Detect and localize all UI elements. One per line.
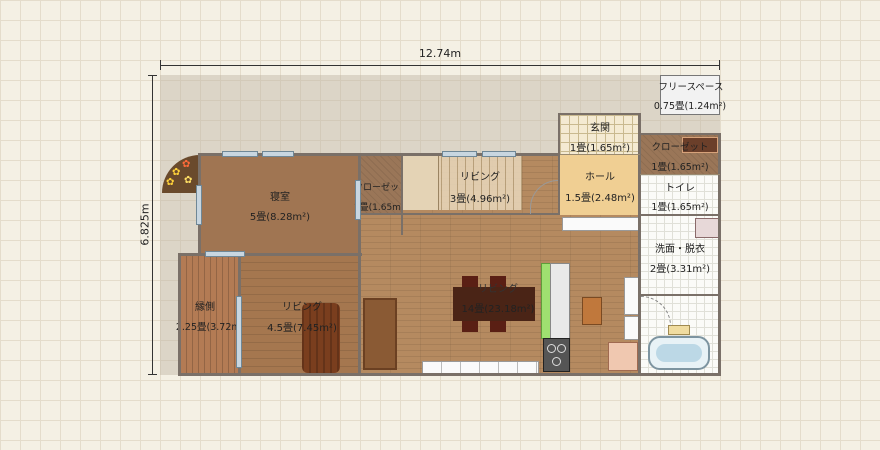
room-closet-right-area: 1畳(1.65m²): [651, 162, 709, 173]
shelf: [562, 217, 640, 231]
room-living-small-area: 4.5畳(7.45m²): [267, 323, 337, 334]
window: [236, 296, 242, 368]
wall: [560, 154, 640, 155]
room-washroom-area: 2畳(3.31m²): [649, 264, 711, 275]
dining-chair: [490, 321, 506, 332]
width-dimension-tick-left: [160, 60, 161, 70]
height-dimension-label: 6.825m: [138, 203, 152, 246]
wall: [640, 133, 720, 135]
wall: [558, 113, 560, 215]
room-living-main-area: 14畳(23.18m²): [461, 304, 535, 315]
room-living-small[interactable]: [240, 255, 360, 375]
dining-chair: [462, 321, 478, 332]
washing-machine: [695, 218, 719, 238]
room-stair-living-area: 3畳(4.96m²): [449, 194, 511, 205]
burner-icon: [547, 344, 556, 353]
room-entrance-area: 1畳(1.65m²): [569, 143, 631, 154]
wall: [640, 294, 720, 296]
window: [355, 180, 361, 220]
bath-stool: [668, 325, 690, 335]
room-bedroom-area: 5畳(8.28m²): [249, 212, 311, 223]
width-dimension-line: [160, 65, 720, 66]
room-toilet-area: 1畳(1.65m²): [651, 202, 709, 213]
height-dimension-tick-bottom: [148, 374, 157, 375]
room-engawa[interactable]: [180, 255, 240, 375]
storage-box: [582, 297, 602, 325]
room-living-main-name: リビング: [478, 284, 518, 295]
height-dimension-line: [152, 75, 153, 375]
room-closet-right-name: クローゼット: [651, 142, 709, 153]
bathtub: [648, 336, 710, 370]
window: [205, 251, 245, 257]
room-entrance-name: 玄関: [590, 123, 610, 134]
window: [482, 151, 516, 157]
flower-icon: ✿: [182, 159, 191, 170]
room-living-small-name: リビング: [282, 302, 322, 313]
fridge: [608, 342, 638, 371]
window: [442, 151, 477, 157]
window: [196, 185, 202, 225]
wall: [401, 155, 403, 235]
wall: [558, 113, 640, 115]
room-bedroom-name: 寝室: [270, 192, 290, 203]
height-dimension-tick-top: [148, 75, 157, 76]
width-dimension-label: 12.74m: [418, 47, 462, 60]
flower-icon: ✿: [184, 175, 193, 186]
room-washroom-name: 洗面・脱衣: [655, 244, 705, 255]
wall: [640, 214, 720, 216]
sofa: [363, 298, 397, 370]
kitchen-sink-counter: [550, 263, 570, 339]
flower-icon: ✿: [166, 177, 175, 188]
burner-icon: [557, 344, 566, 353]
room-hall-name: ホール: [585, 172, 615, 183]
staircase-landing: [402, 155, 439, 210]
wall: [718, 133, 721, 376]
wall: [640, 174, 720, 175]
low-table: [302, 303, 340, 373]
window: [262, 151, 294, 157]
room-stair-living-name: リビング: [460, 172, 500, 183]
room-free-space-area: 0.75畳(1.24m²): [653, 101, 727, 112]
room-toilet-name: トイレ: [665, 183, 695, 194]
room-engawa-name: 縁側: [195, 302, 215, 313]
wall: [178, 253, 181, 375]
bathtub-basin: [656, 344, 702, 362]
room-free-space-name: フリースペース: [658, 82, 724, 93]
wall: [638, 113, 641, 375]
window: [222, 151, 258, 157]
room-bedroom[interactable]: [200, 155, 360, 255]
room-hall-area: 1.5畳(2.48m²): [565, 193, 635, 204]
room-hall[interactable]: [560, 155, 640, 215]
width-dimension-tick-right: [719, 60, 720, 70]
stove: [543, 338, 570, 372]
burner-icon: [552, 357, 561, 366]
